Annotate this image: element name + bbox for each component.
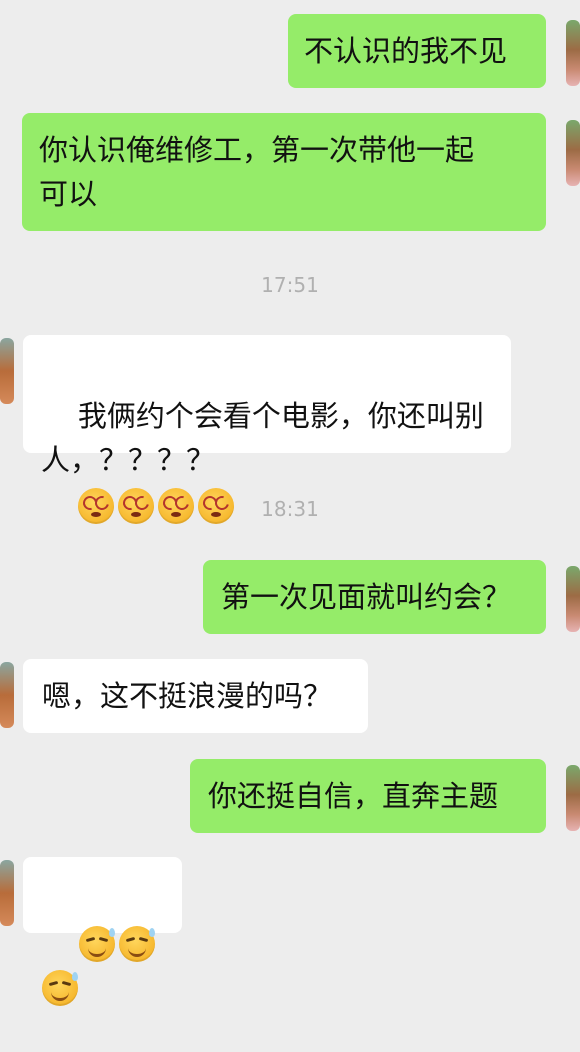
message-text xyxy=(42,876,166,1052)
message-text: 嗯，这不挺浪漫的吗？ xyxy=(42,679,333,713)
avatar[interactable] xyxy=(0,662,14,728)
message-bubble-outgoing[interactable]: 你还挺自信，直奔主题 xyxy=(190,759,546,833)
awkward-sweat-smile-icon xyxy=(78,926,115,962)
message-text: 第一次见面就叫约会？ xyxy=(221,580,512,614)
awkward-sweat-smile-icon xyxy=(42,970,78,1006)
avatar[interactable] xyxy=(566,20,580,86)
message-bubble-incoming[interactable]: 嗯，这不挺浪漫的吗？ xyxy=(23,659,368,733)
awkward-sweat-smile-icon xyxy=(118,926,155,962)
avatar[interactable] xyxy=(566,566,580,632)
message-bubble-incoming[interactable] xyxy=(23,857,182,1006)
timestamp: 17:51 xyxy=(261,273,319,297)
message-text: 你还挺自信，直奔主题 xyxy=(208,779,499,813)
message-bubble-outgoing[interactable]: 你认识俺维修工，第一次带他一起 可以 xyxy=(22,113,546,231)
message-text: 你认识俺维修工，第一次带他一起 可以 xyxy=(39,133,475,211)
timestamp: 18:31 xyxy=(261,497,319,521)
avatar[interactable] xyxy=(0,338,14,404)
avatar[interactable] xyxy=(566,765,580,831)
message-bubble-outgoing[interactable]: 不认识的我不见 xyxy=(288,14,546,88)
message-bubble-outgoing[interactable]: 第一次见面就叫约会？ xyxy=(203,560,546,634)
message-text-content: 我俩约个会看个电影，你还叫别 人，？？？？ xyxy=(41,399,484,477)
message-bubble-incoming[interactable]: 我俩约个会看个电影，你还叫别 人，？？？？ xyxy=(23,335,511,524)
avatar[interactable] xyxy=(0,860,14,926)
avatar[interactable] xyxy=(566,120,580,186)
message-text: 不认识的我不见 xyxy=(304,34,508,68)
message-text: 我俩约个会看个电影，你还叫别 人，？？？？ xyxy=(41,350,494,570)
